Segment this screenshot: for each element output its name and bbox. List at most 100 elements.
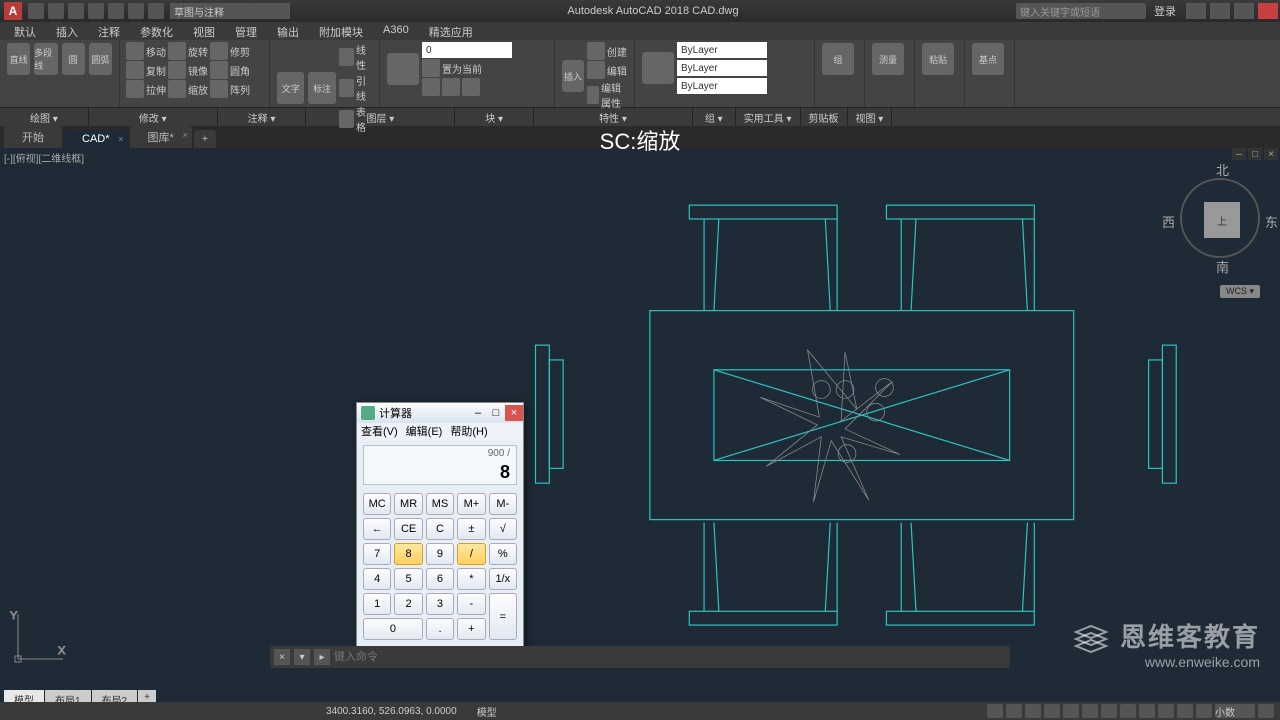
- insert-block-tool[interactable]: 插入: [562, 60, 584, 92]
- cycle-toggle[interactable]: [1139, 704, 1155, 718]
- units-display[interactable]: 小数: [1215, 704, 1255, 718]
- calc-mminus[interactable]: M-: [489, 493, 517, 515]
- arc-tool[interactable]: 圆弧: [89, 43, 112, 75]
- copy-tool[interactable]: [126, 61, 144, 79]
- base-tool[interactable]: 基点: [972, 43, 1004, 75]
- command-line[interactable]: × ▾ ▸: [270, 646, 1010, 668]
- calc-1[interactable]: 1: [363, 593, 391, 615]
- calc-mc[interactable]: MC: [363, 493, 391, 515]
- maximize-button[interactable]: [1234, 3, 1254, 19]
- layer-prev[interactable]: [462, 78, 480, 96]
- workspace-dropdown[interactable]: 草图与注释: [170, 3, 290, 19]
- calc-5[interactable]: 5: [394, 568, 422, 590]
- calc-6[interactable]: 6: [426, 568, 454, 590]
- tab-a360[interactable]: A360: [373, 22, 419, 40]
- viewcube-top[interactable]: 上: [1204, 202, 1240, 238]
- layer-iso[interactable]: [422, 78, 440, 96]
- anno-toggle[interactable]: [1158, 704, 1174, 718]
- tab-close-icon[interactable]: ×: [183, 130, 188, 140]
- viewcube-east[interactable]: 东: [1265, 212, 1278, 231]
- tab-start[interactable]: 开始: [4, 126, 62, 148]
- calc-3[interactable]: 3: [426, 593, 454, 615]
- tab-insert[interactable]: 插入: [46, 22, 88, 40]
- qat-undo-icon[interactable]: [128, 3, 144, 19]
- calc-menu-help[interactable]: 帮助(H): [450, 423, 487, 441]
- login-link[interactable]: 登录: [1154, 3, 1176, 19]
- tab-view[interactable]: 视图: [183, 22, 225, 40]
- qat-save-icon[interactable]: [68, 3, 84, 19]
- help-icon[interactable]: [1186, 3, 1206, 19]
- group-tool[interactable]: 组: [822, 43, 854, 75]
- calc-9[interactable]: 9: [426, 543, 454, 565]
- grid-toggle[interactable]: [987, 704, 1003, 718]
- calc-back[interactable]: ←: [363, 518, 391, 540]
- stretch-tool[interactable]: [126, 80, 144, 98]
- layer-dropdown[interactable]: 0: [422, 42, 512, 58]
- command-input[interactable]: [334, 651, 1006, 663]
- calc-sqrt[interactable]: √: [489, 518, 517, 540]
- tab-default[interactable]: 默认: [4, 22, 46, 40]
- cmdline-recent-icon[interactable]: ▾: [294, 649, 310, 665]
- tab-featured[interactable]: 精选应用: [419, 22, 483, 40]
- lweight-toggle[interactable]: [1101, 704, 1117, 718]
- snap-toggle[interactable]: [1006, 704, 1022, 718]
- minimize-button[interactable]: [1210, 3, 1230, 19]
- otrack-toggle[interactable]: [1082, 704, 1098, 718]
- workspace-toggle[interactable]: [1177, 704, 1193, 718]
- qat-redo-icon[interactable]: [148, 3, 164, 19]
- tab-annotate[interactable]: 注释: [88, 22, 130, 40]
- tab-parametric[interactable]: 参数化: [130, 22, 183, 40]
- tab-addins[interactable]: 附加模块: [309, 22, 373, 40]
- trim-tool[interactable]: [210, 42, 228, 60]
- layer-props-tool[interactable]: [387, 53, 419, 85]
- qat-plot-icon[interactable]: [108, 3, 124, 19]
- text-tool[interactable]: 文字: [277, 72, 304, 104]
- move-tool[interactable]: [126, 42, 144, 60]
- qat-new-icon[interactable]: [28, 3, 44, 19]
- cmdline-close-icon[interactable]: ×: [274, 649, 290, 665]
- qat-saveas-icon[interactable]: [88, 3, 104, 19]
- block-attr[interactable]: [587, 86, 599, 104]
- calc-add[interactable]: +: [457, 618, 485, 640]
- calc-mplus[interactable]: M+: [457, 493, 485, 515]
- calc-mr[interactable]: MR: [394, 493, 422, 515]
- calc-4[interactable]: 4: [363, 568, 391, 590]
- calc-2[interactable]: 2: [394, 593, 422, 615]
- circle-tool[interactable]: 圆: [62, 43, 85, 75]
- qat-open-icon[interactable]: [48, 3, 64, 19]
- calc-eq[interactable]: =: [489, 593, 517, 640]
- array-tool[interactable]: [210, 80, 228, 98]
- calc-menu-view[interactable]: 查看(V): [361, 423, 398, 441]
- measure-tool[interactable]: 测量: [872, 43, 904, 75]
- tab-new[interactable]: +: [194, 130, 216, 148]
- customize-toggle[interactable]: [1258, 704, 1274, 718]
- monitor-toggle[interactable]: [1196, 704, 1212, 718]
- transparency-toggle[interactable]: [1120, 704, 1136, 718]
- rotate-tool[interactable]: [168, 42, 186, 60]
- space-label[interactable]: 模型: [477, 704, 497, 719]
- calc-pct[interactable]: %: [489, 543, 517, 565]
- calc-div[interactable]: /: [457, 543, 485, 565]
- calc-ms[interactable]: MS: [426, 493, 454, 515]
- calc-menu-edit[interactable]: 编辑(E): [406, 423, 443, 441]
- fillet-tool[interactable]: [210, 61, 228, 79]
- ortho-toggle[interactable]: [1025, 704, 1041, 718]
- calc-8[interactable]: 8: [394, 543, 422, 565]
- viewcube-north[interactable]: 北: [1216, 160, 1229, 179]
- tab-manage[interactable]: 管理: [225, 22, 267, 40]
- osnap-toggle[interactable]: [1063, 704, 1079, 718]
- tab-close-icon[interactable]: ×: [118, 134, 123, 144]
- scale-tool[interactable]: [168, 80, 186, 98]
- calc-dot[interactable]: .: [426, 618, 454, 640]
- dim-tool[interactable]: 标注: [308, 72, 335, 104]
- layer-set-current[interactable]: [422, 59, 440, 77]
- calculator-window[interactable]: 计算器 – □ × 查看(V) 编辑(E) 帮助(H) 900 / 8 MC M…: [356, 402, 524, 649]
- block-edit[interactable]: [587, 61, 605, 79]
- linetype-dropdown[interactable]: ByLayer: [677, 78, 767, 94]
- calc-close[interactable]: ×: [505, 405, 523, 421]
- calc-inv[interactable]: 1/x: [489, 568, 517, 590]
- calc-7[interactable]: 7: [363, 543, 391, 565]
- line-tool[interactable]: 直线: [7, 43, 30, 75]
- close-button[interactable]: [1258, 3, 1278, 19]
- calc-sub[interactable]: -: [457, 593, 485, 615]
